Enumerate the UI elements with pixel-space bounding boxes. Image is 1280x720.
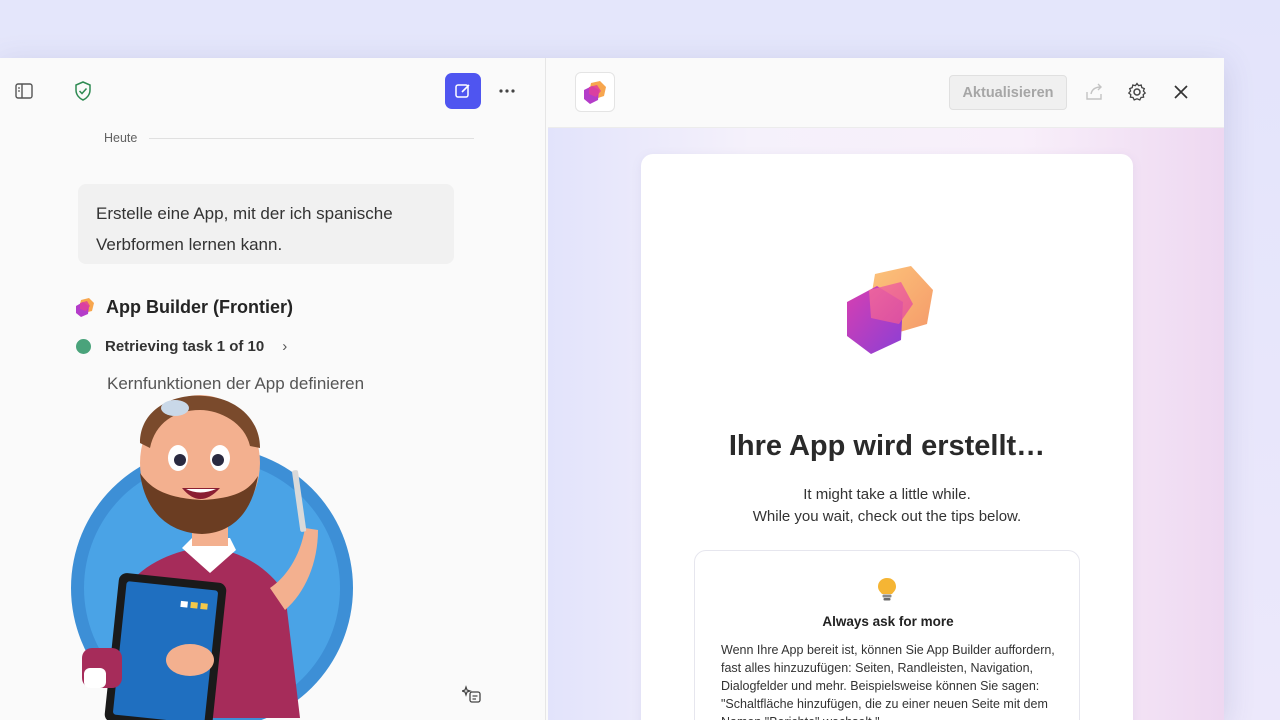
build-subtitle-line1: It might take a little while. — [803, 486, 971, 503]
app-preview-pane: Aktualisieren Ihre App wird erstellt… It… — [548, 58, 1224, 720]
build-subtitle-line2: While you wait, check out the tips below… — [752, 508, 1022, 525]
task-status-text: Retrieving task 1 of 10 — [105, 338, 265, 355]
divider-line — [149, 137, 474, 139]
user-message-bubble: Erstelle eine App, mit der ich spanische… — [78, 184, 454, 264]
chevron-right-icon: › — [282, 338, 288, 355]
update-button[interactable]: Aktualisieren — [949, 75, 1067, 110]
build-subtitle: It might take a little while. While you … — [641, 484, 1133, 528]
sparkle-prompt-icon[interactable] — [460, 684, 482, 709]
chat-pane: Heute Erstelle eine App, mit der ich spa… — [0, 58, 546, 720]
app-builder-logo-icon — [584, 81, 606, 104]
presenter-avatar-illustration — [60, 388, 370, 720]
date-label: Heute — [104, 131, 138, 145]
task-progress-row[interactable]: Retrieving task 1 of 10 › — [76, 338, 287, 355]
lightbulb-icon — [876, 577, 898, 606]
build-progress-card: Ihre App wird erstellt… It might take a … — [641, 154, 1133, 720]
app-builder-logo-icon — [76, 298, 94, 317]
gear-icon[interactable] — [1125, 80, 1149, 104]
more-options-icon[interactable] — [497, 82, 517, 100]
new-chat-button[interactable] — [445, 73, 481, 109]
preview-header: Aktualisieren — [548, 58, 1224, 128]
share-icon[interactable] — [1083, 80, 1107, 104]
app-builder-logo-large-icon — [841, 262, 937, 363]
tip-body: Wenn Ihre App bereit ist, können Sie App… — [721, 643, 1055, 720]
app-window: Heute Erstelle eine App, mit der ich spa… — [0, 58, 1224, 720]
status-dot — [76, 339, 91, 354]
build-title: Ihre App wird erstellt… — [728, 430, 1046, 462]
shield-check-icon[interactable] — [73, 80, 93, 102]
app-logo — [575, 72, 615, 112]
sidebar-toggle-icon[interactable] — [14, 81, 34, 101]
date-divider: Heute — [104, 130, 474, 146]
compose-icon — [455, 84, 470, 98]
agent-name: App Builder (Frontier) — [106, 296, 293, 317]
agent-header: App Builder (Frontier) — [74, 296, 293, 318]
desktop-background — [1220, 0, 1280, 720]
tip-card: Always ask for more Wenn Ihre App bereit… — [694, 550, 1080, 720]
tip-title: Always ask for more — [822, 614, 954, 629]
close-icon[interactable] — [1169, 80, 1193, 104]
